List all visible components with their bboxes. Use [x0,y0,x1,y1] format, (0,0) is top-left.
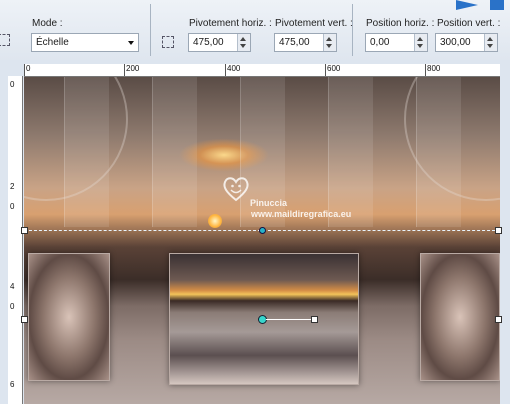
apply-icon[interactable] [490,0,504,10]
rotation-handle[interactable] [311,316,318,323]
toolbar-divider [352,4,353,56]
image-canvas[interactable] [24,77,500,404]
watermark-url: www.maildiregrafica.eu [251,209,352,219]
vertical-ruler: 0 2 0 4 0 6 [8,76,23,404]
pos-h-input[interactable]: 0,00 [365,33,428,52]
pivot-point-icon [162,36,174,48]
pos-h-spinner[interactable] [414,34,427,51]
pivot-v-input[interactable]: 475,00 [274,33,337,52]
pivot-v-spinner[interactable] [323,34,336,51]
pos-v-value: 300,00 [440,37,471,48]
pivot-h-value: 475,00 [193,37,224,48]
ruler-label: 0 [26,64,31,73]
mode-label: Mode : [32,18,63,29]
spin-up-icon[interactable] [326,37,332,41]
ruler-label: 0 [10,202,15,211]
ruler-label: 200 [126,64,140,73]
ruler-label: 6 [10,380,15,389]
top-center-handle[interactable] [259,227,266,234]
left-tile [28,253,110,381]
sun-glow [208,214,222,228]
pivot-h-label: Pivotement horiz. : [189,18,272,29]
ruler-label: 4 [10,282,15,291]
pos-h-label: Position horiz. : [366,18,435,29]
deform-toolbar: Mode : Échelle Pivotement horiz. : 475,0… [0,0,510,61]
decor-arc [24,77,128,201]
chevron-down-icon [128,41,134,45]
pos-v-spinner[interactable] [484,34,497,51]
spin-down-icon[interactable] [326,44,332,48]
pos-v-label: Position vert. : [437,18,501,29]
rotation-arm [266,319,314,320]
scale-handle-left[interactable] [21,227,28,234]
spin-down-icon[interactable] [417,44,423,48]
spin-up-icon[interactable] [240,37,246,41]
ruler-label: 600 [327,64,341,73]
right-tile [420,253,500,381]
spin-down-icon[interactable] [240,44,246,48]
scale-handle-mid-left[interactable] [21,316,28,323]
light-panel [152,77,197,227]
pivot-v-label: Pivotement vert. : [275,18,353,29]
scale-handle-mid-right[interactable] [495,316,502,323]
pivot-h-input[interactable]: 475,00 [188,33,251,52]
pos-h-value: 0,00 [370,37,390,48]
ruler-label: 0 [10,80,15,89]
ruler-label: 2 [10,182,15,191]
heart-logo-icon [223,177,249,202]
toolbar-divider [150,4,151,56]
mode-value: Échelle [36,37,69,48]
spin-up-icon[interactable] [417,37,423,41]
mode-tool-icon [0,34,10,46]
horizontal-ruler: 0 200 400 600 800 [24,64,500,77]
pivot-h-spinner[interactable] [237,34,250,51]
play-icon[interactable] [456,0,478,10]
watermark-name: Pinuccia [250,198,288,208]
pivot-v-value: 475,00 [279,37,310,48]
light-panel [328,77,373,227]
mode-dropdown[interactable]: Échelle [31,33,139,52]
ruler-label: 400 [227,64,241,73]
ruler-label: 0 [10,302,15,311]
scale-handle-right[interactable] [495,227,502,234]
pos-v-input[interactable]: 300,00 [435,33,498,52]
spin-down-icon[interactable] [487,44,493,48]
ruler-label: 800 [427,64,441,73]
spin-up-icon[interactable] [487,37,493,41]
